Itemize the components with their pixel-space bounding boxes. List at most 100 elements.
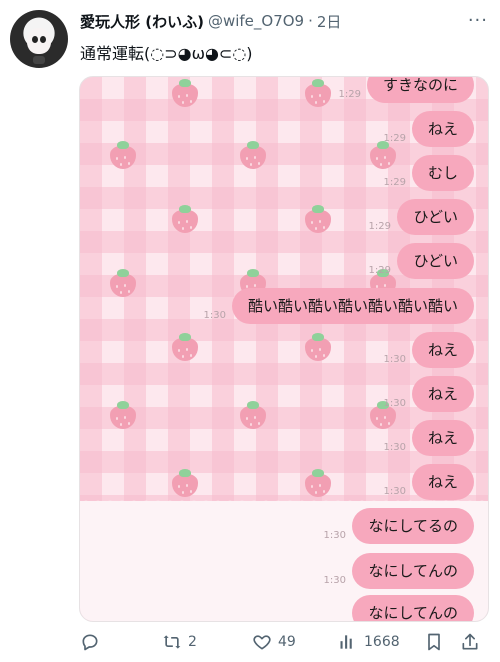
strawberry-seed <box>250 163 252 166</box>
strawberry-leaf <box>247 401 259 409</box>
bookmark-icon <box>428 633 440 651</box>
strawberry-seed <box>120 423 122 426</box>
strawberry-leaf <box>312 333 324 341</box>
strawberry-decoration <box>110 401 136 429</box>
strawberry-decoration <box>370 141 396 169</box>
bookmark-button[interactable] <box>424 632 444 652</box>
strawberry-seed <box>186 484 188 487</box>
strawberry-seed <box>311 485 313 488</box>
strawberry-decoration <box>305 333 331 361</box>
strawberry-seed <box>258 422 260 425</box>
chat-message-bubble: ねえ <box>411 111 474 147</box>
strawberry-body <box>110 406 136 429</box>
strawberry-seed <box>178 221 180 224</box>
strawberry-seed <box>120 291 122 294</box>
avatar-face <box>27 28 51 54</box>
strawberry-seed <box>380 423 382 426</box>
strawberry-leaf <box>247 269 259 277</box>
strawberry-seed <box>128 422 130 425</box>
chat-timestamp: 1:29 <box>383 177 406 188</box>
chat-timestamp: 1:30 <box>383 442 406 453</box>
strawberry-body <box>305 338 331 361</box>
views-bar-icon <box>340 635 352 649</box>
more-options-icon[interactable]: ··· <box>468 10 488 31</box>
user-handle[interactable]: @wife_O7O9 <box>208 12 304 30</box>
strawberry-seed <box>254 284 256 287</box>
views-button[interactable]: 1668 <box>338 632 400 652</box>
strawberry-seed <box>124 156 126 159</box>
strawberry-seed <box>186 94 188 97</box>
strawberry-seed <box>190 100 192 103</box>
chat-message-bubble: なにしてるの <box>352 508 474 544</box>
strawberry-seed <box>323 490 325 493</box>
strawberry-body <box>305 474 331 497</box>
strawberry-seed <box>311 221 313 224</box>
strawberry-decoration <box>240 141 266 169</box>
strawberry-seed <box>376 417 378 420</box>
strawberry-seed <box>319 348 321 351</box>
strawberry-leaf <box>179 79 191 87</box>
chat-message-bubble: ねえ <box>411 332 474 368</box>
chat-message-bubble: すきなのに <box>366 77 474 103</box>
chat-timestamp: 1:30 <box>383 398 406 409</box>
strawberry-body <box>240 146 266 169</box>
strawberry-leaf <box>117 269 129 277</box>
strawberry-seed <box>120 163 122 166</box>
chat-message-bubble: なにしてんの <box>352 595 474 621</box>
strawberry-seed <box>182 227 184 230</box>
strawberry-leaf <box>179 205 191 213</box>
chat-message-bubble: ねえ <box>411 464 474 500</box>
strawberry-decoration <box>172 79 198 107</box>
strawberry-seed <box>178 95 180 98</box>
strawberry-body <box>305 84 331 107</box>
chat-message-bubble: 酷い酷い酷い酷い酷い酷い酷い <box>231 288 474 324</box>
strawberry-seed <box>178 485 180 488</box>
strawberry-seed <box>182 491 184 494</box>
strawberry-leaf <box>312 205 324 213</box>
strawberry-leaf <box>247 141 259 149</box>
retweet-button[interactable]: 2 <box>162 632 197 652</box>
post-header: 愛玩人形 (わいふ) @wife_O7O9 · 2日 <box>80 10 460 32</box>
avatar-eye-right <box>40 36 46 43</box>
avatar[interactable] <box>10 10 68 68</box>
strawberry-seed <box>246 417 248 420</box>
strawberry-seed <box>116 285 118 288</box>
avatar-eye-left <box>32 36 38 43</box>
like-button[interactable]: 49 <box>252 632 296 652</box>
post-text: 通常運転(◌⊃◕ω◕⊂◌) <box>80 44 253 63</box>
strawberry-leaf <box>179 333 191 341</box>
chat-timestamp: 1:30 <box>383 486 406 497</box>
reply-button[interactable] <box>80 632 100 652</box>
post-time[interactable]: 2日 <box>317 11 342 32</box>
strawberry-seed <box>190 490 192 493</box>
chat-timestamp: 1:30 <box>323 530 346 541</box>
separator-dot: · <box>308 12 313 30</box>
strawberry-seed <box>323 226 325 229</box>
share-button[interactable] <box>460 632 480 652</box>
strawberry-seed <box>258 162 260 165</box>
strawberry-body <box>172 338 198 361</box>
strawberry-seed <box>384 156 386 159</box>
strawberry-body <box>370 406 396 429</box>
retweet-icon <box>163 635 181 649</box>
display-name[interactable]: 愛玩人形 (わいふ) <box>80 11 204 32</box>
post-image[interactable]: すきなのに 1:29 ねえ 1:29 むし 1:29 ひどい 1:29 ひどい 1:29 酷い酷い酷… <box>79 76 489 622</box>
strawberry-seed <box>254 156 256 159</box>
heart-icon <box>253 635 271 650</box>
chat-timestamp: 1:30 <box>323 575 346 586</box>
strawberry-body <box>172 474 198 497</box>
strawberry-leaf <box>179 469 191 477</box>
strawberry-seed <box>128 290 130 293</box>
strawberry-seed <box>388 162 390 165</box>
strawberry-leaf <box>312 469 324 477</box>
strawberry-body <box>172 210 198 233</box>
strawberry-seed <box>124 416 126 419</box>
chat-timestamp: 1:30 <box>203 310 226 321</box>
strawberry-seed <box>315 355 317 358</box>
strawberry-body <box>240 406 266 429</box>
chat-message-bubble: むし <box>411 155 474 191</box>
views-count: 1668 <box>364 634 400 650</box>
chat-timestamp: 1:29 <box>368 221 391 232</box>
strawberry-seed <box>116 157 118 160</box>
chat-timestamp: 1:29 <box>383 133 406 144</box>
